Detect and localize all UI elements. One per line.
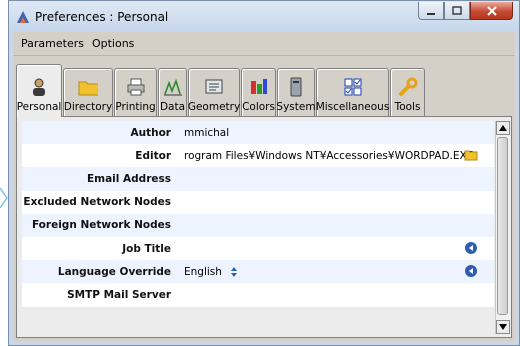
field-label: Excluded Network Nodes [23, 196, 171, 209]
author-value[interactable]: mmichal [184, 127, 229, 139]
tab-personal[interactable]: Personal [16, 64, 62, 117]
field-label: Email Address [86, 172, 171, 185]
arrow-up-icon [499, 125, 507, 131]
tab-printing[interactable]: Printing [114, 68, 157, 116]
tab-geometry[interactable]: Geometry [188, 68, 240, 116]
colors-icon [249, 77, 269, 97]
field-label: SMTP Mail Server [67, 288, 171, 301]
tab-label: Tools [394, 101, 421, 113]
minimize-button[interactable] [418, 2, 444, 20]
folder-icon [78, 77, 98, 97]
printer-icon [126, 77, 146, 97]
vertical-scrollbar[interactable] [495, 121, 510, 334]
field-label: Editor [135, 149, 171, 162]
tab-label: Miscellaneous [315, 101, 390, 113]
window-client: Parameters Options Personal Directory Pr… [13, 32, 515, 341]
menu-options[interactable]: Options [88, 37, 138, 50]
data-chart-icon [163, 77, 183, 97]
language-value-text: English [184, 265, 222, 278]
reset-icon[interactable] [464, 264, 478, 278]
tab-strip: Personal Directory Printing Data Geometr… [16, 60, 426, 117]
editor-value[interactable]: rogram Files¥Windows NT¥Accessories¥WORD… [184, 150, 473, 162]
scroll-up-button[interactable] [496, 121, 510, 135]
arrow-down-icon [499, 324, 507, 330]
tab-data[interactable]: Data [158, 68, 187, 116]
maximize-icon [452, 5, 462, 15]
tab-label: Data [159, 101, 186, 113]
field-label: Author [130, 126, 172, 139]
tab-label: System [276, 101, 316, 113]
maximize-button[interactable] [444, 2, 470, 20]
table-row[interactable]: Excluded Network Nodes [22, 190, 494, 214]
window-title: Preferences : Personal [35, 10, 169, 24]
geometry-icon [204, 77, 224, 97]
tab-label: Geometry [187, 101, 241, 113]
tab-label: Personal [16, 101, 62, 113]
close-button[interactable] [470, 2, 513, 20]
tab-label: Colors [242, 101, 275, 113]
table-row[interactable]: Foreign Network Nodes [22, 213, 494, 237]
tab-label: Directory [63, 101, 113, 113]
table-row[interactable]: Language Override English [22, 260, 494, 284]
scroll-down-button[interactable] [496, 320, 510, 334]
table-row[interactable]: Job Title [22, 236, 494, 261]
menu-parameters[interactable]: Parameters [17, 37, 88, 50]
tab-directory[interactable]: Directory [63, 68, 113, 116]
checkbox-grid-icon [343, 77, 363, 97]
language-override-value[interactable]: English [184, 266, 239, 278]
table-row[interactable]: Editor rogram Files¥Windows NT¥Accessori… [22, 144, 494, 168]
title-bar: Preferences : Personal [9, 1, 519, 32]
reset-icon[interactable] [464, 241, 478, 255]
tab-label: Printing [115, 101, 156, 113]
tab-system[interactable]: System [276, 68, 316, 116]
minimize-icon [427, 12, 435, 15]
folder-icon[interactable] [464, 148, 478, 162]
person-icon [29, 77, 49, 97]
tab-miscellaneous[interactable]: Miscellaneous [316, 68, 389, 116]
field-label: Job Title [122, 242, 171, 255]
spinner-icon[interactable] [229, 266, 239, 278]
field-label: Language Override [57, 265, 171, 278]
menu-bar: Parameters Options [13, 32, 515, 56]
field-label: Foreign Network Nodes [31, 219, 171, 232]
personal-panel: Author mmichal Editor rogram Files¥Windo… [16, 116, 512, 338]
wrench-icon [398, 77, 418, 97]
app-icon [15, 9, 31, 25]
system-icon [286, 77, 306, 97]
table-row[interactable]: Email Address [22, 167, 494, 191]
preferences-window: Preferences : Personal Parameters Option… [8, 0, 520, 346]
tab-colors[interactable]: Colors [241, 68, 276, 116]
window-controls [418, 2, 513, 20]
scroll-thumb[interactable] [497, 137, 508, 315]
properties-table: Author mmichal Editor rogram Files¥Windo… [22, 121, 494, 334]
side-accent [0, 186, 8, 210]
table-row[interactable]: SMTP Mail Server [22, 283, 494, 307]
close-icon [486, 5, 497, 16]
tab-tools[interactable]: Tools [390, 68, 425, 116]
table-row[interactable]: Author mmichal [22, 121, 494, 145]
